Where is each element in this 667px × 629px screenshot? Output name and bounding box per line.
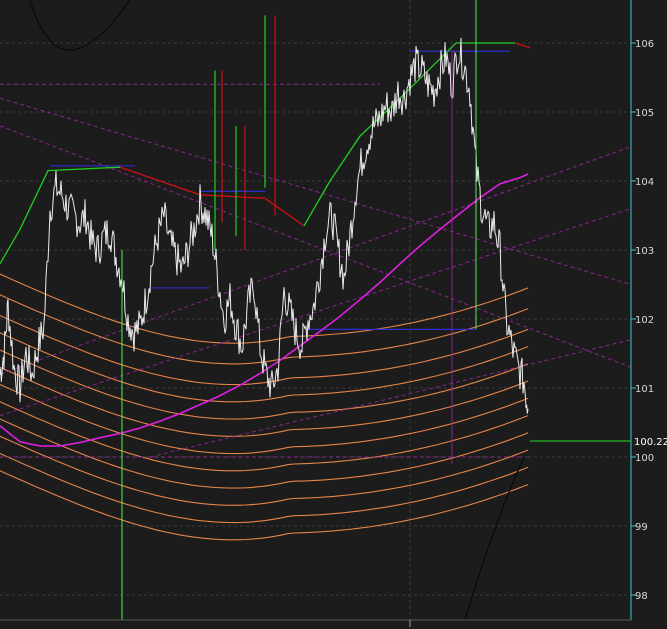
chart-background: [0, 0, 667, 629]
price-axis-tick-label: 103: [635, 246, 654, 257]
price-axis-tick-label: 104: [635, 177, 654, 188]
price-axis-tick-label: 100: [635, 453, 654, 464]
price-axis-tick-label: 101: [635, 384, 654, 395]
price-axis-tick-label: 106: [635, 39, 654, 50]
price-axis-tick-label: 105: [635, 108, 654, 119]
price-chart: 98 99 100 101 102 103 104 105 106 100.22: [0, 0, 667, 629]
price-axis-tick-label: 102: [635, 315, 654, 326]
price-axis-tick-label: 98: [635, 591, 648, 602]
current-price-label: 100.22: [634, 437, 667, 448]
price-axis-tick-label: 99: [635, 522, 648, 533]
